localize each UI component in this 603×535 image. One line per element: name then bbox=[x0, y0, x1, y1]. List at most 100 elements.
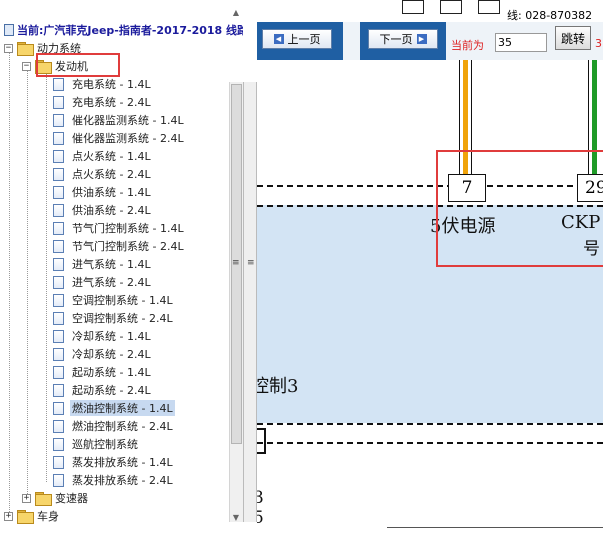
document-icon bbox=[53, 113, 64, 127]
tree-leaf[interactable]: 催化器监测系统 - 2.4L bbox=[53, 129, 186, 147]
tree-line bbox=[46, 74, 47, 482]
tree-leaf[interactable]: 节气门控制系统 - 2.4L bbox=[53, 237, 186, 255]
scroll-down-arrow-icon[interactable]: ▼ bbox=[229, 512, 243, 526]
toolbar-icon[interactable] bbox=[440, 0, 462, 14]
document-icon bbox=[53, 401, 64, 415]
document-icon bbox=[53, 329, 64, 343]
highlight-box bbox=[436, 150, 603, 267]
prev-block: ◀ 上一页 bbox=[257, 22, 343, 60]
expand-toggle[interactable]: + bbox=[4, 511, 13, 521]
document-icon bbox=[53, 185, 64, 199]
tree-leaf[interactable]: 冷却系统 - 1.4L bbox=[53, 327, 153, 345]
tree-leaf[interactable]: 燃油控制系统 - 2.4L bbox=[53, 417, 175, 435]
document-icon bbox=[53, 437, 64, 451]
document-icon bbox=[53, 455, 64, 469]
tree-leaf[interactable]: 冷却系统 - 2.4L bbox=[53, 345, 153, 363]
arrow-left-icon: ◀ bbox=[273, 34, 284, 44]
folder-icon bbox=[17, 42, 34, 56]
connector-bracket bbox=[257, 428, 266, 454]
grip-icon: ≡ bbox=[247, 258, 255, 268]
document-icon bbox=[53, 293, 64, 307]
scroll-up-arrow-icon[interactable]: ▲ bbox=[229, 8, 243, 22]
document-icon bbox=[53, 77, 64, 91]
document-icon bbox=[53, 221, 64, 235]
tree-header: 当前:广汽菲克Jeep-指南者-2017-2018 线路 bbox=[4, 22, 243, 38]
document-icon bbox=[53, 473, 64, 487]
page-total-fragment: 3 bbox=[595, 37, 602, 50]
tree-leaf[interactable]: 蒸发排放系统 - 1.4L bbox=[53, 453, 175, 471]
folder-icon bbox=[35, 492, 52, 506]
arrow-right-icon: ▶ bbox=[416, 34, 427, 44]
document-icon bbox=[53, 257, 64, 271]
page-number-input[interactable] bbox=[495, 33, 547, 52]
tree-node-transmission[interactable]: + 变速器 bbox=[22, 489, 88, 507]
prev-page-label: 上一页 bbox=[287, 33, 321, 46]
tree-leaf[interactable]: 进气系统 - 1.4L bbox=[53, 255, 153, 273]
tree-leaf[interactable]: 节气门控制系统 - 1.4L bbox=[53, 219, 186, 237]
toolbar-icon[interactable] bbox=[402, 0, 424, 14]
tree-line bbox=[27, 64, 28, 500]
document-icon bbox=[53, 383, 64, 397]
document-icon bbox=[53, 275, 64, 289]
top-strip: 线: 028-870382 bbox=[257, 0, 603, 22]
tree-leaf[interactable]: 充电系统 - 1.4L bbox=[53, 75, 153, 93]
tree-leaf[interactable]: 点火系统 - 2.4L bbox=[53, 165, 153, 183]
tree-leaf[interactable]: 起动系统 - 2.4L bbox=[53, 381, 153, 399]
document-icon bbox=[53, 131, 64, 145]
document-icon bbox=[53, 347, 64, 361]
tree-header-text: 当前:广汽菲克Jeep-指南者-2017-2018 线路 bbox=[17, 24, 243, 37]
grip-icon: ≡ bbox=[232, 258, 240, 268]
tree-scrollbar[interactable] bbox=[229, 82, 243, 522]
page-jump: 当前为 跳转 3 bbox=[449, 22, 603, 60]
go-button[interactable]: 跳转 bbox=[555, 26, 591, 50]
wiring-diagram: 线: 028-870382 ◀ 上一页 下一页 ▶ 当前为 跳转 3 bbox=[257, 0, 603, 535]
page-label: 当前为 bbox=[451, 39, 484, 52]
diagram-line bbox=[387, 527, 603, 528]
document-icon bbox=[53, 203, 64, 217]
expand-toggle[interactable]: + bbox=[22, 493, 31, 503]
tree-pane: 当前:广汽菲克Jeep-指南者-2017-2018 线路 − 动力系统 − 发动… bbox=[0, 0, 243, 535]
module-boundary-line bbox=[257, 442, 603, 444]
document-icon bbox=[4, 24, 14, 36]
module-boundary-line bbox=[257, 423, 603, 425]
pane-splitter[interactable] bbox=[243, 82, 257, 522]
diagram-number: 5 bbox=[257, 508, 264, 528]
hotline-text: 线: 028-870382 bbox=[507, 9, 593, 22]
tree-leaf[interactable]: 催化器监测系统 - 1.4L bbox=[53, 111, 186, 129]
document-icon bbox=[53, 365, 64, 379]
tree-leaf[interactable]: 充电系统 - 2.4L bbox=[53, 93, 153, 111]
tree-node-label: 车身 bbox=[37, 510, 59, 523]
tree-leaf[interactable]: 空调控制系统 - 2.4L bbox=[53, 309, 175, 327]
next-page-button[interactable]: 下一页 ▶ bbox=[368, 29, 438, 49]
document-icon bbox=[53, 419, 64, 433]
tree-line bbox=[9, 46, 10, 516]
tree-leaf-selected[interactable]: 燃油控制系统 - 1.4L bbox=[53, 399, 175, 417]
tree-leaf[interactable]: 巡航控制系统 bbox=[53, 435, 140, 453]
document-icon bbox=[53, 311, 64, 325]
tree-leaf[interactable]: 空调控制系统 - 1.4L bbox=[53, 291, 175, 309]
prev-page-button[interactable]: ◀ 上一页 bbox=[262, 29, 332, 49]
next-page-label: 下一页 bbox=[379, 33, 413, 46]
module-label: 控制3 bbox=[257, 376, 299, 397]
tree-leaf[interactable]: 进气系统 - 2.4L bbox=[53, 273, 153, 291]
tree-leaf[interactable]: 供油系统 - 2.4L bbox=[53, 201, 153, 219]
toolbar-icons bbox=[402, 0, 502, 16]
tree-node-label: 变速器 bbox=[55, 492, 88, 505]
diagram-number: 3 bbox=[257, 488, 264, 508]
document-icon bbox=[53, 239, 64, 253]
document-icon bbox=[53, 167, 64, 181]
collapse-toggle[interactable]: − bbox=[22, 61, 31, 71]
document-icon bbox=[53, 95, 64, 109]
folder-icon bbox=[17, 510, 34, 524]
tree-leaf[interactable]: 点火系统 - 1.4L bbox=[53, 147, 153, 165]
document-icon bbox=[53, 149, 64, 163]
toolbar-icon[interactable] bbox=[478, 0, 500, 14]
tree-node-body[interactable]: + 车身 bbox=[4, 507, 59, 525]
collapse-toggle[interactable]: − bbox=[4, 43, 13, 53]
tree-leaf[interactable]: 起动系统 - 1.4L bbox=[53, 363, 153, 381]
next-block: 下一页 ▶ bbox=[360, 22, 446, 60]
tree-leaf[interactable]: 供油系统 - 1.4L bbox=[53, 183, 153, 201]
tree-leaf[interactable]: 蒸发排放系统 - 2.4L bbox=[53, 471, 175, 489]
page-nav-bar: ◀ 上一页 下一页 ▶ 当前为 跳转 3 bbox=[257, 22, 603, 60]
highlight-box bbox=[36, 53, 120, 77]
